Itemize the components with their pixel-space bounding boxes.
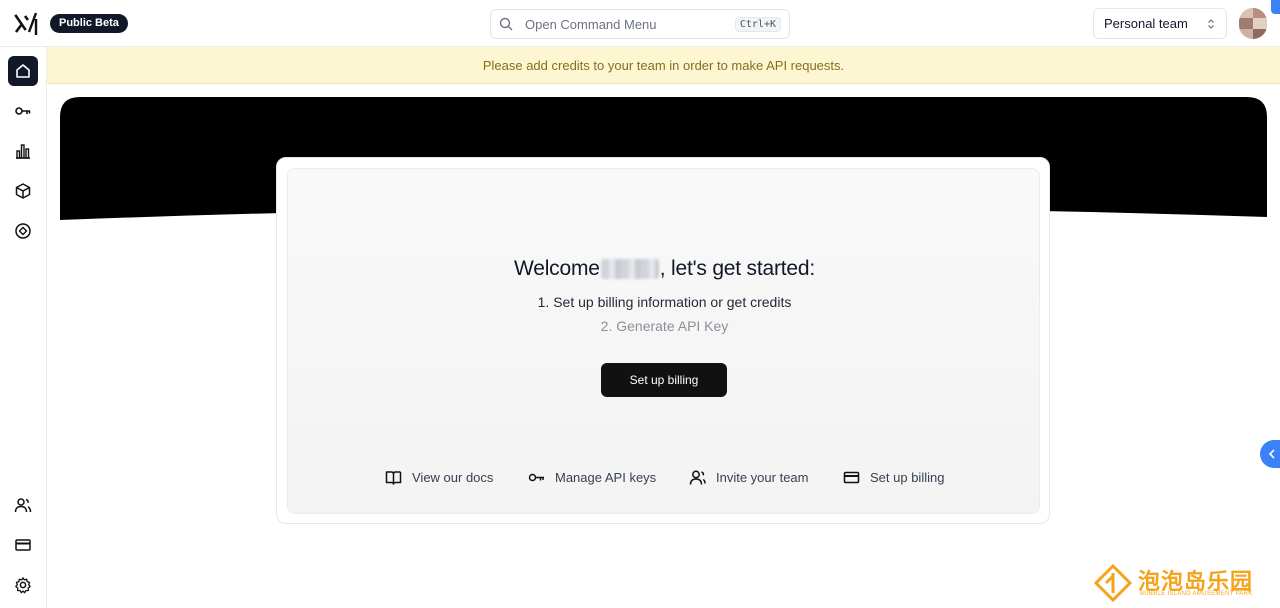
compass-icon xyxy=(15,223,31,239)
quick-link-docs[interactable]: View our docs xyxy=(385,469,493,486)
sidebar-item-home[interactable] xyxy=(8,56,38,86)
team-selector-label: Personal team xyxy=(1104,16,1188,31)
command-menu-placeholder: Open Command Menu xyxy=(525,16,657,32)
credits-banner: Please add credits to your team in order… xyxy=(47,47,1280,84)
sidebar-item-settings[interactable] xyxy=(8,570,38,600)
top-bar: Public Beta Open Command Menu Ctrl+K Per… xyxy=(0,0,1280,47)
bar-chart-icon xyxy=(16,144,30,159)
welcome-card: Welcome , let's get started: 1. Set up bi… xyxy=(287,168,1040,514)
quick-links: View our docs Manage API keys Invite you… xyxy=(288,469,1041,489)
quick-link-api-keys-label: Manage API keys xyxy=(555,470,657,485)
step-billing: 1. Set up billing information or get cre… xyxy=(537,294,792,310)
sidebar-item-billing[interactable] xyxy=(8,530,38,560)
home-icon xyxy=(16,64,30,78)
welcome-prefix: Welcome xyxy=(513,257,600,280)
watermark: 泡泡岛乐园 BUBBLE ISLAND AMUSEMENT PARK xyxy=(1094,562,1270,602)
welcome-heading: Welcome , let's get started: xyxy=(288,257,1041,281)
credit-card-icon xyxy=(843,471,860,484)
gear-icon xyxy=(15,577,31,594)
sidebar-item-explore[interactable] xyxy=(8,216,38,246)
search-icon xyxy=(499,17,513,31)
redacted-username xyxy=(600,259,659,279)
public-beta-badge: Public Beta xyxy=(50,14,128,33)
corner-tab[interactable] xyxy=(1271,0,1280,14)
command-menu-input[interactable]: Open Command Menu Ctrl+K xyxy=(490,9,790,39)
set-up-billing-button[interactable]: Set up billing xyxy=(601,363,727,397)
key-icon xyxy=(15,107,31,115)
quick-link-invite-team-label: Invite your team xyxy=(716,470,809,485)
quick-link-billing-label: Set up billing xyxy=(870,470,945,485)
command-menu-shortcut: Ctrl+K xyxy=(734,16,781,32)
team-selector[interactable]: Personal team xyxy=(1093,8,1227,39)
watermark-diamond-icon xyxy=(1094,564,1132,602)
sidebar-item-usage[interactable] xyxy=(8,136,38,166)
welcome-suffix: , let's get started: xyxy=(659,257,815,280)
xai-logo-icon[interactable] xyxy=(14,11,40,37)
users-icon xyxy=(14,498,32,513)
sidebar-item-models[interactable] xyxy=(8,176,38,206)
chevron-left-icon xyxy=(1268,449,1275,459)
user-plus-icon xyxy=(689,470,706,485)
book-icon xyxy=(385,471,402,485)
side-panel-toggle[interactable] xyxy=(1260,440,1280,468)
chevron-up-down-icon xyxy=(1208,18,1214,29)
watermark-en: BUBBLE ISLAND AMUSEMENT PARK xyxy=(1140,591,1253,597)
sidebar-item-api-keys[interactable] xyxy=(8,96,38,126)
quick-link-billing[interactable]: Set up billing xyxy=(843,469,944,486)
credit-card-icon xyxy=(15,539,31,551)
avatar[interactable] xyxy=(1239,8,1267,39)
quick-link-api-keys[interactable]: Manage API keys xyxy=(528,469,656,486)
quick-link-docs-label: View our docs xyxy=(412,470,494,485)
cube-icon xyxy=(15,183,31,199)
step-api-key: 2. Generate API Key xyxy=(600,318,729,334)
sidebar-item-team[interactable] xyxy=(8,490,38,520)
quick-link-invite-team[interactable]: Invite your team xyxy=(689,469,809,486)
key-icon xyxy=(528,473,544,482)
sidebar xyxy=(0,47,47,608)
